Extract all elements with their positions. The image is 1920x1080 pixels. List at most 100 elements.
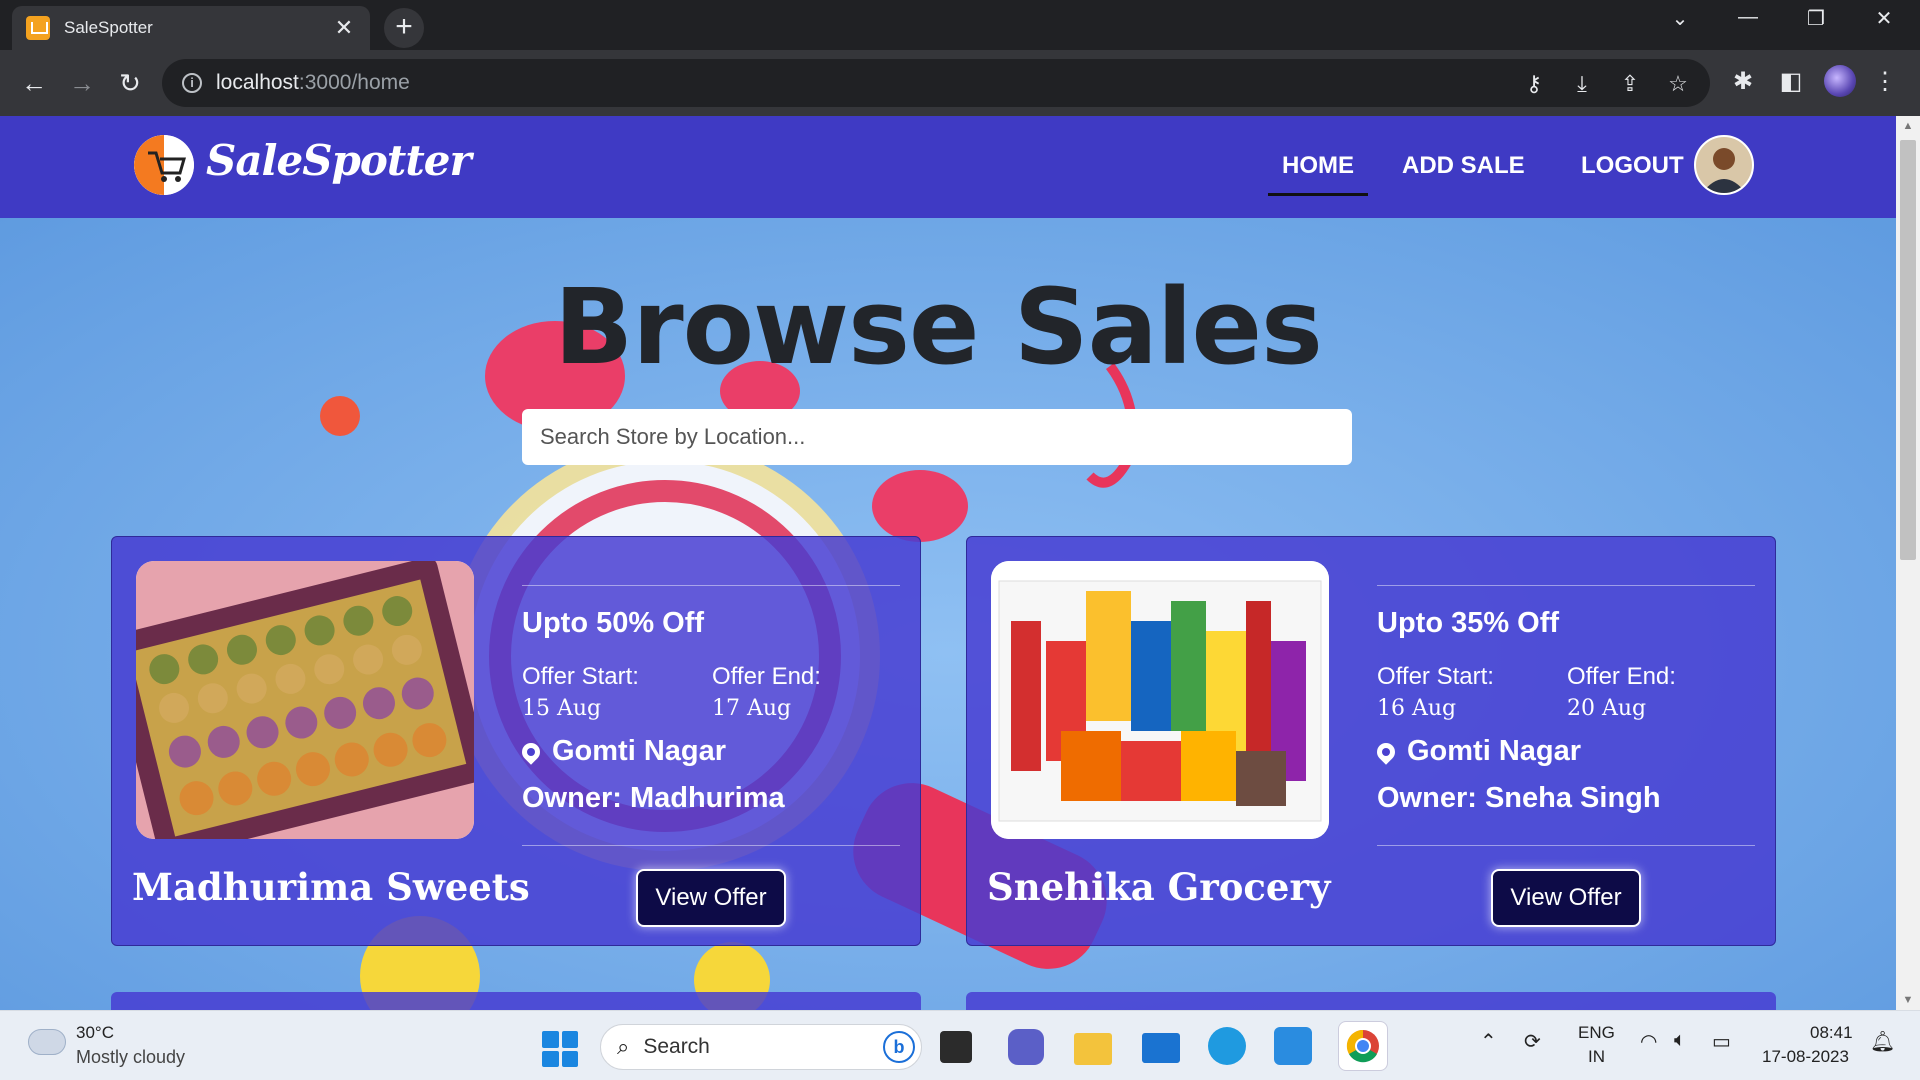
- discount-text: Upto 35% Off: [1377, 607, 1560, 639]
- weather-cloud-icon[interactable]: [28, 1022, 66, 1055]
- new-tab-button[interactable]: +: [384, 8, 424, 48]
- page-viewport: SaleSpotter HOME ADD SALE LOGOUT Browse …: [0, 116, 1896, 1010]
- site-info-icon[interactable]: i: [182, 73, 202, 93]
- forward-icon[interactable]: →: [62, 63, 102, 103]
- taskbar-search-label: Search: [643, 1035, 710, 1058]
- sale-card-partial: [111, 992, 921, 1010]
- menu-kebab-icon[interactable]: ⋮: [1868, 62, 1902, 102]
- tab-search-icon[interactable]: ⌄: [1660, 6, 1700, 31]
- notification-bell-icon[interactable]: 🔔︎: [1870, 1029, 1895, 1054]
- bing-icon[interactable]: b: [883, 1031, 915, 1063]
- close-window-icon[interactable]: ✕: [1864, 6, 1904, 31]
- scroll-up-arrow-icon[interactable]: ▲: [1896, 116, 1920, 136]
- weather-condition[interactable]: Mostly cloudy: [76, 1047, 185, 1068]
- offer-start-date: 16 Aug: [1377, 696, 1457, 721]
- view-offer-button[interactable]: View Offer: [636, 869, 786, 927]
- url-host: localhost: [216, 71, 299, 94]
- offer-start-label: Offer Start:: [1377, 663, 1494, 690]
- address-bar[interactable]: i localhost:3000/home ⚷ ⤓ ⇪ ☆: [162, 59, 1710, 107]
- nav-active-indicator: [1268, 193, 1368, 196]
- scroll-down-arrow-icon[interactable]: ▼: [1896, 990, 1920, 1010]
- edge-browser-icon[interactable]: [1208, 1027, 1246, 1065]
- install-app-icon[interactable]: ⤓: [1568, 71, 1596, 97]
- tab-title: SaleSpotter: [64, 18, 153, 37]
- location-search-input[interactable]: [522, 409, 1352, 465]
- offer-start-date: 15 Aug: [522, 696, 602, 721]
- page-scrollbar[interactable]: ▲ ▼: [1896, 116, 1920, 1010]
- divider: [522, 845, 900, 846]
- map-pin-icon: [518, 738, 544, 765]
- view-offer-button[interactable]: View Offer: [1491, 869, 1641, 927]
- clock-time[interactable]: 08:41: [1810, 1023, 1853, 1043]
- nav-home[interactable]: HOME: [1282, 152, 1354, 180]
- clock-date[interactable]: 17-08-2023: [1762, 1047, 1849, 1067]
- windows-taskbar: 30°C Mostly cloudy ⌕ Search b ⌃ ⟳ ENG IN…: [0, 1010, 1920, 1080]
- scroll-thumb[interactable]: [1900, 140, 1916, 560]
- location-text: Gomti Nagar: [552, 735, 727, 767]
- offer-details: Upto 35% Off Offer Start: Offer End: 16 …: [1373, 537, 1757, 947]
- side-panel-icon[interactable]: ◧: [1774, 62, 1808, 102]
- offer-start-label: Offer Start:: [522, 663, 639, 690]
- wifi-icon[interactable]: ◠: [1640, 1029, 1657, 1054]
- store-location: Gomti Nagar: [1373, 735, 1582, 768]
- site-favicon-icon: [26, 16, 50, 40]
- browser-tab[interactable]: SaleSpotter ✕: [12, 6, 370, 50]
- volume-icon[interactable]: 🔈︎: [1674, 1029, 1686, 1052]
- language-bottom[interactable]: IN: [1588, 1047, 1605, 1067]
- browser-toolbar: ← → ↻ i localhost:3000/home ⚷ ⤓ ⇪ ☆ ✱ ◧ …: [0, 50, 1920, 116]
- taskbar-search-box[interactable]: ⌕ Search b: [600, 1024, 922, 1070]
- user-avatar[interactable]: [1694, 135, 1754, 195]
- sale-card: Madhurima Sweets Upto 50% Off Offer Star…: [111, 536, 921, 946]
- task-view-icon[interactable]: [940, 1031, 972, 1063]
- mail-icon[interactable]: [1142, 1033, 1180, 1063]
- sale-card-partial: [966, 992, 1776, 1010]
- nav-add-sale[interactable]: ADD SALE: [1402, 152, 1525, 180]
- back-icon[interactable]: ←: [14, 63, 54, 103]
- file-explorer-icon[interactable]: [1074, 1033, 1112, 1065]
- close-tab-icon[interactable]: ✕: [332, 15, 356, 41]
- share-icon[interactable]: ⇪: [1616, 71, 1644, 97]
- browser-tab-bar: SaleSpotter ✕ + ⌄ — ❐ ✕: [0, 0, 1920, 50]
- nav-logout[interactable]: LOGOUT: [1581, 152, 1684, 180]
- divider: [1377, 845, 1755, 846]
- extensions-icon[interactable]: ✱: [1726, 62, 1760, 102]
- brand-logo-text[interactable]: SaleSpotter: [206, 136, 472, 185]
- offer-details: Upto 50% Off Offer Start: Offer End: 15 …: [518, 537, 902, 947]
- minimize-icon[interactable]: —: [1728, 6, 1768, 29]
- store-name: Snehika Grocery: [987, 865, 1331, 909]
- offer-end-date: 17 Aug: [712, 696, 792, 721]
- owner-text: Owner: Sneha Singh: [1377, 782, 1661, 814]
- page-title: Browse Sales: [554, 266, 1323, 388]
- offer-end-label: Offer End:: [1567, 663, 1676, 690]
- sale-card: Snehika Grocery Upto 35% Off Offer Start…: [966, 536, 1776, 946]
- show-hidden-icons-chevron-icon[interactable]: ⌃: [1480, 1029, 1497, 1054]
- sync-icon[interactable]: ⟳: [1524, 1029, 1541, 1054]
- site-navbar: SaleSpotter HOME ADD SALE LOGOUT: [0, 116, 1896, 218]
- browser-profile-avatar[interactable]: [1824, 65, 1856, 97]
- search-icon: ⌕: [617, 1034, 630, 1059]
- battery-icon[interactable]: ▭: [1712, 1029, 1731, 1054]
- discount-text: Upto 50% Off: [522, 607, 705, 639]
- chrome-icon-active[interactable]: [1338, 1021, 1388, 1071]
- map-pin-icon: [1373, 738, 1399, 765]
- reload-icon[interactable]: ↻: [110, 63, 150, 103]
- location-text: Gomti Nagar: [1407, 735, 1582, 767]
- weather-temperature[interactable]: 30°C: [76, 1023, 114, 1043]
- teams-chat-icon[interactable]: [1008, 1029, 1044, 1065]
- restore-icon[interactable]: ❐: [1796, 6, 1836, 31]
- store-location: Gomti Nagar: [518, 735, 727, 768]
- divider: [1377, 585, 1755, 586]
- password-key-icon[interactable]: ⚷: [1520, 71, 1548, 97]
- language-top[interactable]: ENG: [1578, 1023, 1615, 1043]
- divider: [522, 585, 900, 586]
- store-name: Madhurima Sweets: [132, 865, 530, 909]
- store-image: [991, 561, 1329, 839]
- url-path: :3000/home: [298, 71, 410, 94]
- owner-text: Owner: Madhurima: [522, 782, 785, 814]
- windows-start-icon[interactable]: [542, 1031, 578, 1067]
- bookmark-star-icon[interactable]: ☆: [1664, 71, 1692, 97]
- offer-end-date: 20 Aug: [1567, 696, 1647, 721]
- offer-end-label: Offer End:: [712, 663, 821, 690]
- cart-logo-icon[interactable]: [134, 135, 194, 195]
- vscode-icon[interactable]: [1274, 1027, 1312, 1065]
